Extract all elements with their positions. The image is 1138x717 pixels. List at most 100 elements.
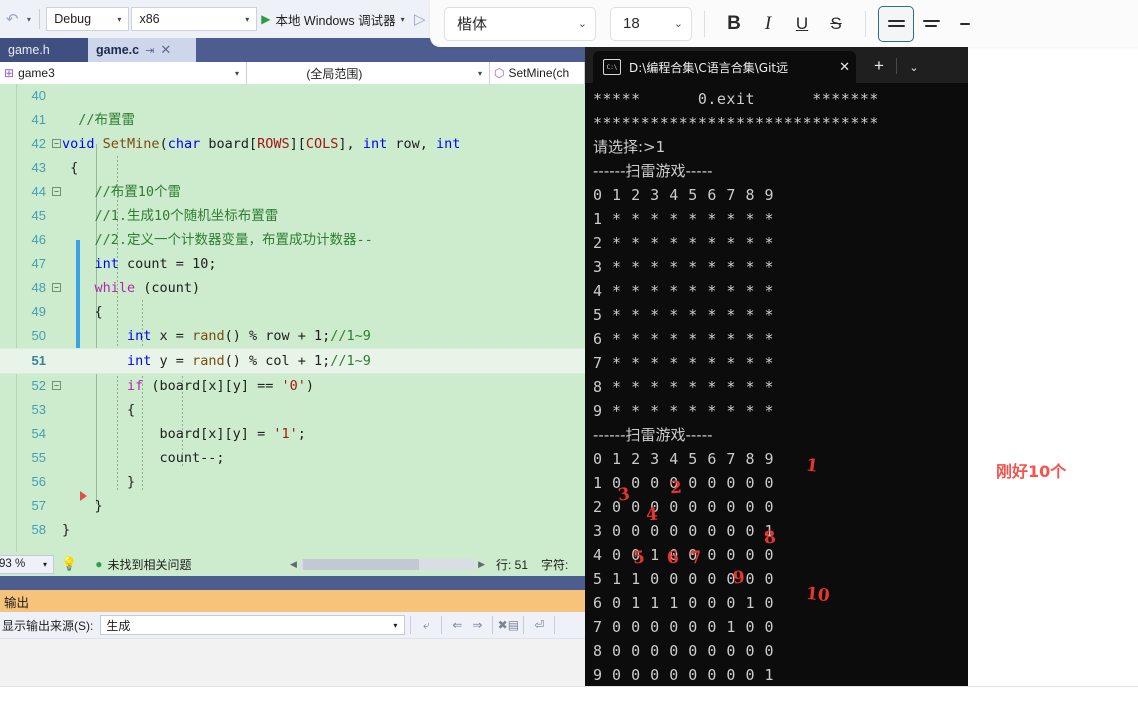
line-number: 41	[31, 112, 46, 127]
code-line[interactable]: 48− while (count)	[0, 276, 585, 300]
scroll-right-icon[interactable]: ▶	[478, 559, 485, 570]
word-wrap-icon[interactable]: ⏎	[529, 615, 549, 635]
code-line[interactable]: 49 {	[0, 300, 585, 324]
forward-arrow-icon[interactable]: ⇒	[467, 615, 487, 635]
terminal-line: 3 0 0 0 0 0 0 0 0 1	[593, 522, 775, 540]
code-line[interactable]: 50 int x = rand() % row + 1;//1~9	[0, 324, 585, 348]
terminal-line: 3 * * * * * * * * *	[593, 258, 775, 276]
chevron-down-icon: ⌄	[577, 18, 587, 30]
zoom-level-combo[interactable]: 93 % ▾	[0, 554, 54, 574]
terminal-line: 请选择:>1	[593, 138, 666, 156]
terminal-line: 0 1 2 3 4 5 6 7 8 9	[593, 186, 775, 204]
ribbon-separator	[704, 10, 705, 37]
terminal-line: 2 * * * * * * * * *	[593, 234, 775, 252]
output-panel-title: 输出	[0, 590, 585, 612]
terminal-window[interactable]: C:\ D:\编程合集\C语言合集\Git远 ✕ + ⌄ ***** 0.exi…	[585, 47, 968, 686]
line-number: 56	[31, 474, 46, 489]
jump-to-icon[interactable]: ⤶	[416, 615, 436, 635]
code-line[interactable]: 45 //1.生成10个随机坐标布置雷	[0, 204, 585, 228]
chevron-down-icon[interactable]: ⌄	[903, 57, 925, 77]
undo-dropdown-icon[interactable]: ▾	[22, 7, 35, 31]
terminal-line: 7 0 0 0 0 0 0 1 0 0	[593, 618, 775, 636]
check-circle-icon: ●	[95, 557, 103, 571]
font-size-combo[interactable]: 18 ⌄	[610, 6, 692, 41]
panel-divider	[0, 576, 585, 590]
start-debugging-button[interactable]: ▶ 本地 Windows 调试器 ▾	[257, 7, 407, 31]
editor-tab-game-h[interactable]: game.h	[0, 38, 88, 62]
font-size-value: 18	[623, 15, 640, 32]
terminal-line: ***** 0.exit *******	[593, 90, 879, 108]
align-center-button[interactable]	[914, 7, 948, 41]
fold-toggle-icon[interactable]: −	[52, 283, 61, 292]
code-line[interactable]: 40	[0, 84, 585, 108]
close-icon[interactable]: ✕	[831, 59, 850, 75]
code-line[interactable]: 44− //布置10个雷	[0, 180, 585, 204]
horizontal-scrollbar[interactable]: ◀ ▶	[290, 558, 485, 570]
code-text: int y = rand() % col + 1;//1~9	[127, 353, 371, 369]
terminal-tab[interactable]: C:\ D:\编程合集\C语言合集\Git远 ✕	[593, 51, 856, 83]
code-line[interactable]: 47 int count = 10;	[0, 252, 585, 276]
align-right-button[interactable]	[948, 7, 982, 41]
lightbulb-icon[interactable]: 💡	[61, 556, 77, 572]
chevron-down-icon: ▾	[245, 14, 250, 24]
document-page-background	[968, 47, 1138, 686]
back-arrow-icon[interactable]: ⇐	[447, 615, 467, 635]
pin-icon[interactable]: ⇥	[145, 44, 154, 57]
code-line[interactable]: 54 board[x][y] = '1';	[0, 422, 585, 446]
align-left-button[interactable]	[878, 5, 914, 42]
code-line[interactable]: 56 }	[0, 470, 585, 494]
chevron-down-icon[interactable]: ▾	[401, 15, 405, 24]
code-line[interactable]: 58}	[0, 518, 585, 542]
fold-toggle-icon[interactable]: −	[52, 139, 61, 148]
editor-tab-label: game.c	[96, 43, 140, 57]
editor-tab-label: game.h	[8, 43, 50, 57]
scrollbar-thumb[interactable]	[302, 558, 419, 570]
build-platform-combo[interactable]: x86 ▾	[131, 7, 258, 31]
member-selector-combo[interactable]: ⬡ SetMine(ch	[490, 62, 585, 84]
code-line[interactable]: 41 //布置雷	[0, 108, 585, 132]
italic-label: I	[764, 12, 772, 34]
line-number: 47	[31, 256, 46, 271]
fold-toggle-icon[interactable]: −	[52, 187, 61, 196]
window-bottom-strip	[0, 686, 1138, 717]
code-line[interactable]: 53 {	[0, 398, 585, 422]
toolbar-separator	[410, 616, 412, 634]
code-text: void SetMine(char board[ROWS][COLS], int…	[62, 136, 461, 152]
editor-status-bar: 93 % ▾ 💡 ● 未找到相关问题 ◀ ▶ 行: 51 字符:	[0, 552, 585, 576]
clear-all-icon[interactable]: ✖▤	[498, 615, 519, 635]
build-configuration-value: Debug	[54, 12, 92, 26]
code-line[interactable]: 43 {	[0, 156, 585, 180]
underline-button[interactable]: U	[785, 7, 819, 41]
output-source-combo[interactable]: 生成 ▾	[100, 615, 406, 635]
project-selector-combo[interactable]: ⊞ game3 ▾	[0, 62, 247, 84]
project-name: game3	[18, 66, 55, 80]
code-editor[interactable]: 40 41 //布置雷 42− void SetMine(char board[ROW…	[0, 84, 585, 552]
undo-arrow-icon[interactable]: ↶	[2, 7, 22, 31]
fold-toggle-icon[interactable]: −	[52, 381, 61, 390]
scrollbar-track[interactable]	[299, 558, 476, 570]
code-line[interactable]: 52− if (board[x][y] == '0')	[0, 374, 585, 398]
overflow-icon[interactable]: ▷	[410, 7, 430, 31]
align-right-icon	[960, 22, 970, 25]
code-line[interactable]: 51 int y = rand() % col + 1;//1~9	[0, 348, 585, 374]
code-text: //1.生成10个随机坐标布置雷	[94, 208, 279, 224]
build-configuration-combo[interactable]: Debug ▾	[46, 7, 130, 31]
code-lines-container: 40 41 //布置雷 42− void SetMine(char board[ROW…	[0, 84, 585, 542]
code-line[interactable]: 46 //2.定义一个计数器变量，布置成功计数器--	[0, 228, 585, 252]
scope-selector-combo[interactable]: (全局范围) ▾	[247, 62, 490, 84]
align-center-icon	[922, 20, 940, 27]
terminal-output: ***** 0.exit ******* ********************…	[585, 83, 968, 686]
strikethrough-button[interactable]: S	[819, 7, 853, 41]
code-line[interactable]: 55 count--;	[0, 446, 585, 470]
code-line[interactable]: 42− void SetMine(char board[ROWS][COLS], …	[0, 132, 585, 156]
close-icon[interactable]: ✕	[160, 42, 171, 58]
scroll-left-icon[interactable]: ◀	[290, 559, 297, 570]
editor-tab-game-c[interactable]: game.c ⇥ ✕	[88, 38, 196, 62]
code-line[interactable]: 57 }	[0, 494, 585, 518]
italic-button[interactable]: I	[751, 7, 785, 41]
terminal-line: 2 0 0 0 0 0 0 0 0 0	[593, 498, 775, 516]
font-name-combo[interactable]: 楷体 ⌄	[444, 6, 596, 41]
output-panel-body[interactable]	[0, 638, 585, 687]
plus-icon[interactable]: +	[868, 56, 890, 76]
bold-button[interactable]: B	[717, 7, 751, 41]
